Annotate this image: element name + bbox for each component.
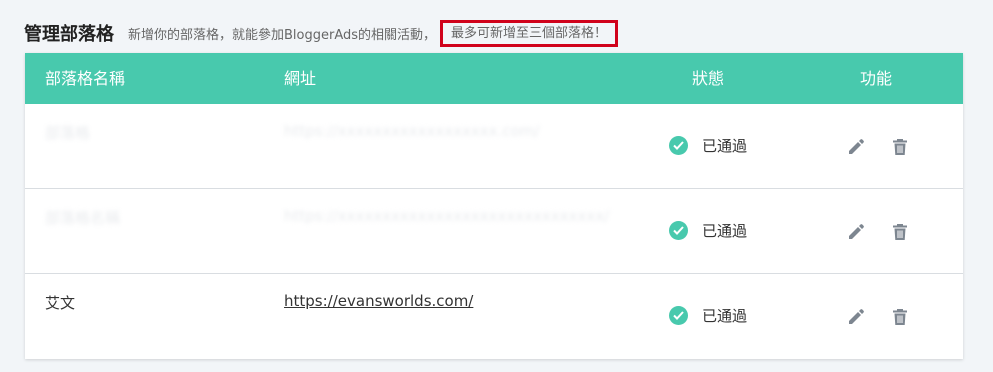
status-badge: 已通過 [669, 220, 747, 241]
pencil-icon[interactable] [845, 306, 867, 328]
trash-icon[interactable] [889, 306, 911, 328]
column-header-actions: 功能 [860, 69, 893, 88]
blog-name: 艾文 [45, 294, 76, 312]
trash-icon[interactable] [889, 221, 911, 243]
trash-icon[interactable] [889, 136, 911, 158]
table-header: 部落格名稱 網址 狀態 功能 [25, 53, 963, 104]
column-header-status: 狀態 [692, 69, 725, 88]
table-row: 部落格 https://xxxxxxxxxxxxxxxxxx.com/ 已通過 [25, 104, 963, 189]
limit-note: 最多可新增至三個部落格！ [440, 19, 619, 47]
blog-name: 部落格 [45, 124, 91, 142]
blog-url-link[interactable]: https://xxxxxxxxxxxxxxxxxxxxxxxxxxxxxx/ [284, 207, 609, 225]
check-circle-icon [669, 306, 688, 325]
check-circle-icon [669, 136, 688, 155]
column-header-url: 網址 [284, 69, 317, 88]
blog-name: 部落格名稱 [45, 209, 121, 227]
pencil-icon[interactable] [845, 221, 867, 243]
blog-table: 部落格名稱 網址 狀態 功能 部落格 https://xxxxxxxxxxxxx… [25, 53, 963, 359]
page-description: 新增你的部落格，就能參加BloggerAds的相關活動， [128, 27, 437, 43]
status-text: 已通過 [702, 137, 748, 155]
row-actions [845, 221, 911, 243]
blog-url-link[interactable]: https://evansworlds.com/ [284, 292, 473, 310]
status-text: 已通過 [702, 222, 748, 240]
status-text: 已通過 [702, 307, 748, 325]
column-header-name: 部落格名稱 [45, 69, 126, 88]
table-row: 部落格名稱 https://xxxxxxxxxxxxxxxxxxxxxxxxxx… [25, 189, 963, 274]
pencil-icon[interactable] [845, 136, 867, 158]
table-row: 艾文 https://evansworlds.com/ 已通過 [25, 274, 963, 359]
page-header: 管理部落格 新增你的部落格，就能參加BloggerAds的相關活動， 最多可新增… [24, 18, 619, 48]
check-circle-icon [669, 221, 688, 240]
status-badge: 已通過 [669, 135, 747, 156]
status-badge: 已通過 [669, 305, 747, 326]
row-actions [845, 136, 911, 158]
blog-url-link[interactable]: https://xxxxxxxxxxxxxxxxxx.com/ [284, 122, 539, 140]
row-actions [845, 306, 911, 328]
page-title: 管理部落格 [24, 24, 114, 45]
